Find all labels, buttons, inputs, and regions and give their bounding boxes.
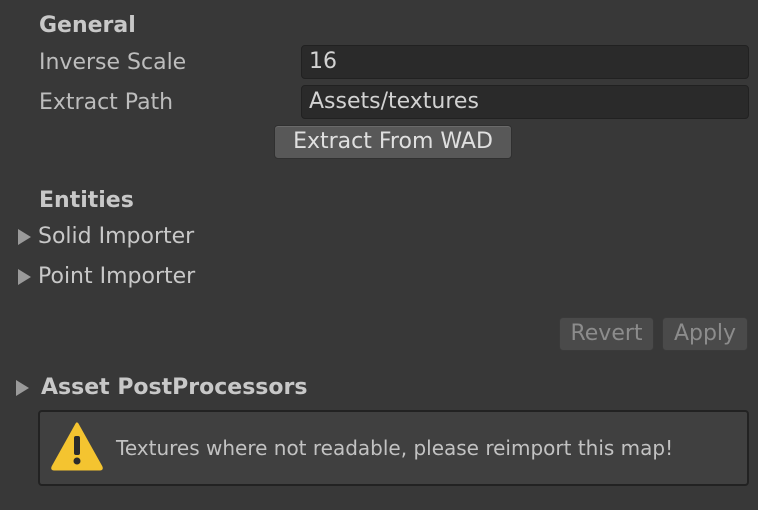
extract-from-wad-button[interactable]: Extract From WAD <box>274 125 512 159</box>
inspector-panel: General Inverse Scale 16 Extract Path As… <box>0 0 758 510</box>
inverse-scale-label: Inverse Scale <box>39 50 187 75</box>
foldout-label: Point Importer <box>38 264 196 289</box>
solid-importer-foldout[interactable]: Solid Importer <box>18 223 194 251</box>
warning-icon <box>50 421 104 475</box>
general-header: General <box>39 13 136 38</box>
entities-header: Entities <box>39 188 134 213</box>
foldout-arrow-icon <box>18 229 31 245</box>
warning-message: Textures where not readable, please reim… <box>116 436 674 460</box>
asset-postprocessors-foldout[interactable]: Asset PostProcessors <box>16 374 307 402</box>
revert-button[interactable]: Revert <box>559 317 654 351</box>
foldout-label: Solid Importer <box>38 224 195 249</box>
point-importer-foldout[interactable]: Point Importer <box>18 263 195 291</box>
warning-helpbox: Textures where not readable, please reim… <box>38 410 749 486</box>
extract-path-label: Extract Path <box>39 90 174 115</box>
foldout-label: Asset PostProcessors <box>41 375 308 400</box>
apply-button[interactable]: Apply <box>662 317 748 351</box>
extract-path-field[interactable]: Assets/textures <box>301 85 749 119</box>
inverse-scale-field[interactable]: 16 <box>301 45 749 79</box>
foldout-arrow-icon <box>16 380 29 396</box>
foldout-arrow-icon <box>18 269 31 285</box>
